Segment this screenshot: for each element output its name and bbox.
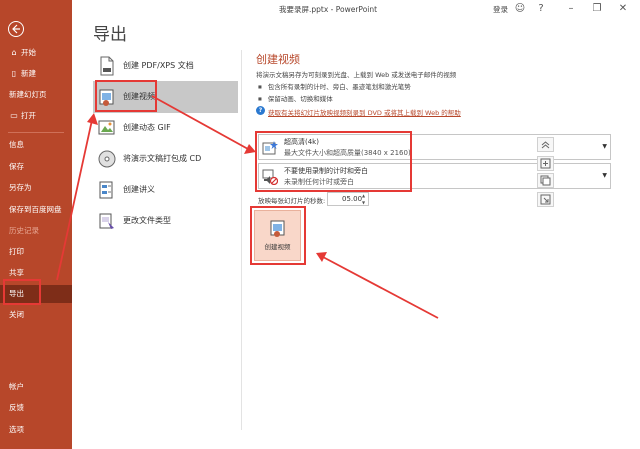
annotation-arrow [56,119,93,281]
annotation-arrow [322,256,439,319]
annotation-arrowhead [87,113,98,125]
annotation-arrows [56,95,439,319]
annotation-arrow [151,95,249,150]
annotation-arrowhead [244,144,256,154]
annotation-arrowhead [316,252,327,262]
